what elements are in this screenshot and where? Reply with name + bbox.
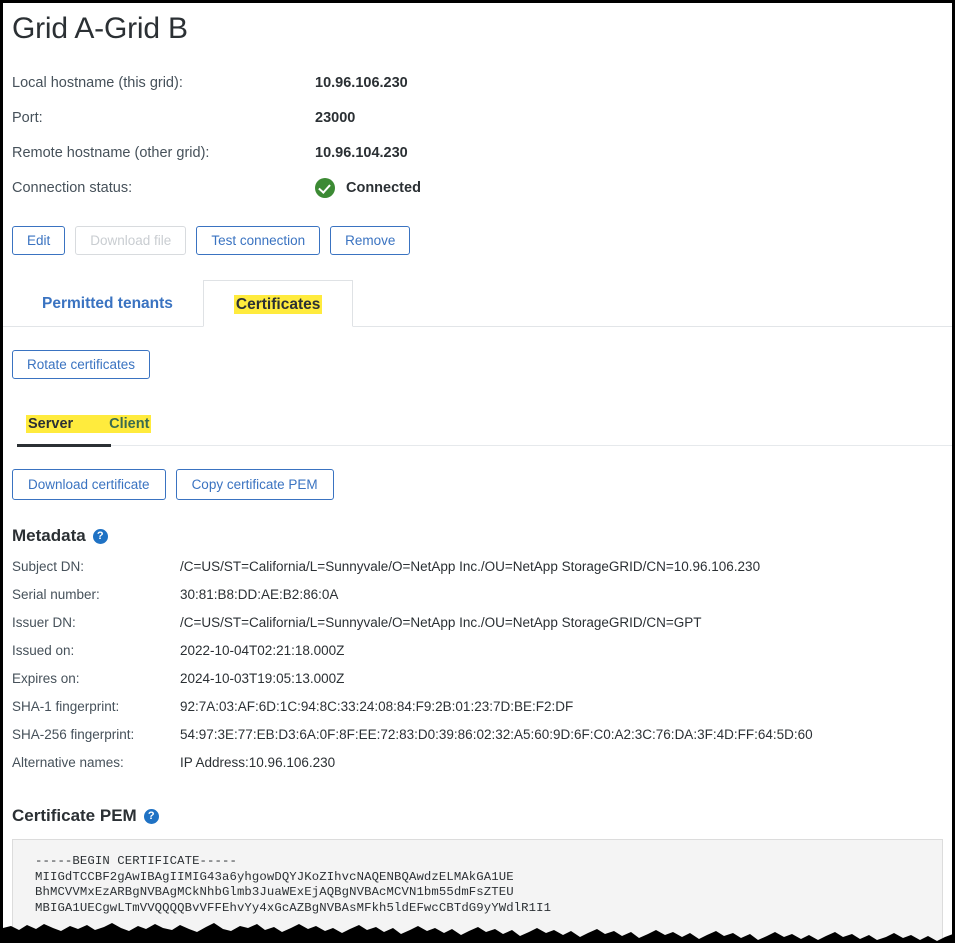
connection-summary: Local hostname (this grid): 10.96.106.23… [12,65,952,205]
summary-label: Connection status: [12,179,133,196]
table-row: SHA-256 fingerprint: 54:97:3E:77:EB:D3:6… [12,727,952,755]
action-button-row: Edit Download file Test connection Remov… [12,226,952,255]
help-icon[interactable]: ? [92,528,108,544]
remove-button[interactable]: Remove [330,226,411,255]
metadata-table: Subject DN: /C=US/ST=California/L=Sunnyv… [12,559,952,783]
page-title: Grid A-Grid B [12,12,188,45]
status-badge: Connected [315,177,421,198]
subtab-underline [12,444,952,447]
pem-line: -----BEGIN CERTIFICATE----- [35,854,237,868]
table-row: Issued on: 2022-10-04T02:21:18.000Z [12,643,952,671]
subtab-underline-active [17,444,111,447]
metadata-label: Serial number: [12,587,100,602]
metadata-label: Issuer DN: [12,615,76,630]
certificate-button-row: Download certificate Copy certificate PE… [12,469,952,500]
metadata-heading: Metadata ? [12,526,952,546]
metadata-label: Alternative names: [12,755,124,770]
tab-label: Certificates [233,295,323,314]
metadata-label: Expires on: [12,671,80,686]
metadata-value: 30:81:B8:DD:AE:B2:86:0A [180,587,339,602]
metadata-value: 92:7A:03:AF:6D:1C:94:8C:33:24:08:84:F9:2… [180,699,574,714]
metadata-label: Subject DN: [12,559,85,574]
edit-button[interactable]: Edit [12,226,66,255]
metadata-heading-text: Metadata [12,526,86,545]
summary-row-port: Port: 23000 [12,100,952,135]
summary-row-local-hostname: Local hostname (this grid): 10.96.106.23… [12,65,952,100]
tab-permitted-tenants[interactable]: Permitted tenants [12,280,203,327]
summary-value: 10.96.106.230 [315,74,408,91]
table-row: SHA-1 fingerprint: 92:7A:03:AF:6D:1C:94:… [12,699,952,727]
table-row: Subject DN: /C=US/ST=California/L=Sunnyv… [12,559,952,587]
pem-line: MIIGdTCCBF2gAwIBAgIIMIG43a6yhgowDQYJKoZI… [35,869,514,884]
test-connection-button[interactable]: Test connection [196,226,321,255]
metadata-value: /C=US/ST=California/L=Sunnyvale/O=NetApp… [180,615,702,630]
summary-label: Port: [12,109,43,126]
metadata-label: SHA-1 fingerprint: [12,699,120,714]
tab-certificates[interactable]: Certificates [202,280,354,327]
certificate-pem-heading-text: Certificate PEM [12,806,137,825]
rotate-certificates-button[interactable]: Rotate certificates [12,350,151,379]
metadata-value: 54:97:3E:77:EB:D3:6A:0F:8F:EE:72:83:D0:3… [180,727,813,742]
metadata-value: 2024-10-03T19:05:13.000Z [180,671,345,686]
tab-label: Permitted tenants [42,295,173,312]
subtab-client[interactable]: Client [109,416,149,432]
copy-certificate-pem-button[interactable]: Copy certificate PEM [175,469,334,500]
metadata-label: Issued on: [12,643,75,658]
metadata-label: SHA-256 fingerprint: [12,727,135,742]
pem-line: MBIGA1UECgwLTmVVQQQQBvVFFEhvYy4xGcAZBgNV… [35,900,552,915]
rotate-certificates-row: Rotate certificates [12,350,952,379]
subtab-server[interactable]: Server [28,416,73,432]
certificate-pem-textarea[interactable]: -----BEGIN CERTIFICATE----- MIIGdTCCBF2g… [12,839,943,943]
pem-line: BhMCVVMxEzARBgNVBAgMCkNhbGlmb3JuaWExEjAQ… [35,885,514,900]
summary-row-remote-hostname: Remote hostname (other grid): 10.96.104.… [12,135,952,170]
metadata-value: 2022-10-04T02:21:18.000Z [180,643,345,658]
summary-row-connection-status: Connection status: Connected [12,170,952,205]
download-certificate-button[interactable]: Download certificate [12,469,166,500]
download-file-button[interactable]: Download file [75,226,187,255]
application-window: Grid A-Grid B Local hostname (this grid)… [0,0,955,943]
certificate-subtab-bar: Server Client [12,409,952,447]
table-row: Expires on: 2024-10-03T19:05:13.000Z [12,671,952,699]
help-icon[interactable]: ? [143,808,159,824]
summary-value: 23000 [315,109,356,126]
tab-bar: Permitted tenants Certificates [3,279,952,327]
summary-value: 10.96.104.230 [315,144,408,161]
table-row: Serial number: 30:81:B8:DD:AE:B2:86:0A [12,587,952,615]
table-row: Alternative names: IP Address:10.96.106.… [12,755,952,783]
metadata-value: /C=US/ST=California/L=Sunnyvale/O=NetApp… [180,559,761,574]
subtab-underline-inactive [111,445,952,446]
metadata-value: IP Address:10.96.106.230 [180,755,336,770]
status-text: Connected [346,179,421,196]
summary-label: Local hostname (this grid): [12,74,183,91]
check-circle-icon [315,177,335,198]
table-row: Issuer DN: /C=US/ST=California/L=Sunnyva… [12,615,952,643]
certificate-pem-heading: Certificate PEM ? [12,806,952,826]
summary-label: Remote hostname (other grid): [12,144,210,161]
